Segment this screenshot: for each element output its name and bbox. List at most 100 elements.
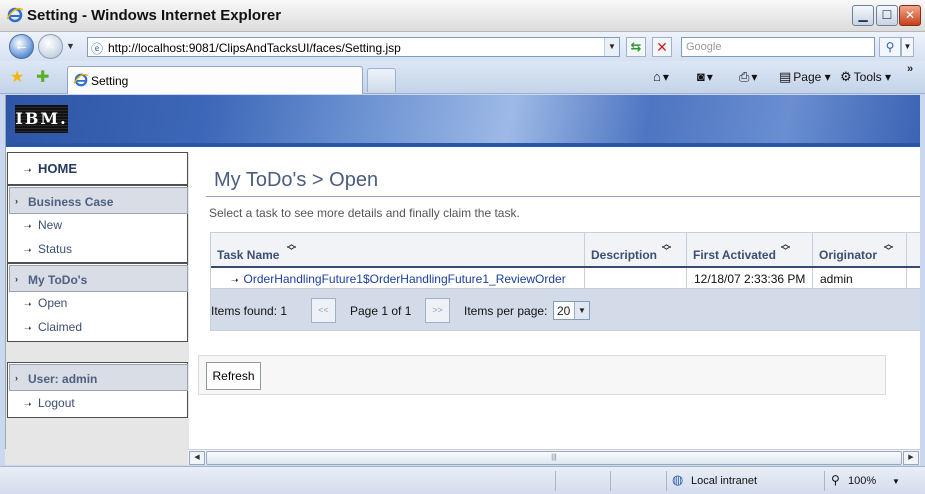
column-header-first-activated[interactable]: First Activated ︿ ﹀ (687, 233, 813, 266)
security-zone-label: Local intranet (691, 475, 758, 487)
sidebar-item-claimed[interactable]: ➝ Claimed (8, 317, 187, 337)
sidebar-bottom (5, 449, 188, 465)
toolbar-overflow-icon[interactable]: » (907, 63, 913, 75)
chevron-right-icon: › (15, 196, 18, 206)
printer-icon: ⎙ (739, 69, 750, 84)
stop-icon: ✕ (656, 39, 668, 55)
items-per-page-select[interactable]: 20 ▼ (553, 301, 590, 320)
sidebar-item-open[interactable]: ➝ Open (8, 293, 187, 313)
minimize-button[interactable]: ▁ (852, 5, 874, 26)
task-name-cell: ➝ OrderHandlingFuture1$OrderHandlingFutur… (211, 268, 585, 289)
sidebar-header-business-case[interactable]: › Business Case (9, 187, 188, 214)
sort-icon[interactable]: ︿ ﹀ (287, 240, 296, 256)
history-dropdown-icon[interactable]: ▼ (66, 41, 75, 51)
sidebar-item-home[interactable]: ➝ HOME (8, 159, 187, 179)
sidebar-item-label: Claimed (38, 320, 83, 334)
zoom-icon[interactable]: ⚲ (831, 473, 840, 487)
horizontal-scrollbar[interactable]: ◀ ||| ▶ (188, 449, 920, 465)
home-box: ➝ HOME (7, 152, 188, 185)
page-icon: ⓔ (91, 42, 104, 56)
todos-box: › My ToDo's ➝ Open ➝ Claimed (7, 263, 188, 342)
zoom-dropdown-icon[interactable]: ▼ (892, 477, 900, 486)
first-activated-cell: 12/18/07 2:33:36 PM (687, 268, 813, 289)
status-separator (666, 471, 667, 491)
arrow-left-icon: ← (14, 37, 29, 54)
column-header-description[interactable]: Description ︿ ﹀ (585, 233, 687, 266)
task-link[interactable]: OrderHandlingFuture1$OrderHandlingFuture… (244, 272, 566, 286)
tools-menu[interactable]: ⚙ Tools ▾ (840, 69, 891, 85)
page-icon: ▤ (779, 69, 792, 84)
arrow-right-icon: ➝ (24, 399, 32, 409)
sort-icon[interactable]: ︿ ﹀ (662, 240, 671, 256)
add-favorite-icon[interactable]: ✚ (36, 67, 49, 87)
sidebar-item-label: Logout (38, 396, 75, 410)
sidebar-item-new[interactable]: ➝ New (8, 215, 187, 235)
sort-icon[interactable]: ︿ ﹀ (884, 240, 893, 256)
search-input[interactable]: Google (681, 37, 875, 57)
task-table: Task Name ︿ ﹀ Description ︿ ﹀ First Activa… (210, 232, 920, 331)
status-separator (824, 471, 825, 491)
sidebar-header-user: › User: admin (9, 364, 188, 391)
page-menu[interactable]: ▤ Page ▾ (779, 69, 831, 85)
tab-toolbar: ★ ✚ Setting ⌂ ▾ ◙ ▾ ⎙ ▾ ▤ Page ▾ ⚙ Tools ▾ » (0, 61, 925, 94)
address-dropdown-icon[interactable]: ▼ (604, 38, 619, 56)
arrow-right-icon: ➝ (24, 323, 32, 333)
sidebar: ➝ HOME › Business Case ➝ New ➝ Status › (6, 152, 189, 449)
main-content: My ToDo's > Open Select a task to see mo… (191, 152, 920, 449)
column-header-task-name[interactable]: Task Name ︿ ﹀ (211, 233, 585, 266)
maximize-button[interactable]: ☐ (876, 5, 898, 26)
favorites-star-icon[interactable]: ★ (10, 67, 24, 87)
gear-icon: ⚙ (840, 69, 852, 84)
sidebar-item-logout[interactable]: ➝ Logout (8, 393, 187, 413)
print-button[interactable]: ⎙ ▾ (739, 69, 757, 85)
refresh-page-button[interactable]: ⇆ (626, 37, 646, 57)
address-bar[interactable]: ⓔ http://localhost:9081/ClipsAndTacksUI/… (87, 37, 620, 57)
scroll-left-button[interactable]: ◀ (189, 451, 205, 465)
feeds-button[interactable]: ◙ ▾ (697, 69, 713, 84)
arrow-right-icon: ➝ (24, 165, 32, 175)
sidebar-item-status[interactable]: ➝ Status (8, 239, 187, 259)
originator-cell: admin (813, 268, 907, 289)
previous-page-button[interactable]: << (311, 298, 336, 323)
ibm-logo: IBM. (15, 105, 68, 133)
sidebar-item-label: Open (38, 296, 68, 310)
table-pager: Items found: 1 << Page 1 of 1 >> Items p… (211, 289, 920, 330)
home-icon: ⌂ (653, 69, 661, 84)
close-window-button[interactable]: ✕ (899, 5, 921, 26)
tab-setting[interactable]: Setting (67, 66, 363, 94)
intranet-zone-icon: ◍ (672, 472, 684, 487)
scrollbar-thumb[interactable]: ||| (206, 451, 902, 465)
status-separator (610, 471, 611, 491)
sidebar-header-label: Business Case (28, 195, 114, 209)
forward-button[interactable]: → (38, 34, 63, 59)
sidebar-header-todos[interactable]: › My ToDo's (9, 265, 188, 292)
tab-label: Setting (91, 74, 129, 88)
column-header-originator[interactable]: Originator ︿ ﹀ (813, 233, 907, 266)
table-header: Task Name ︿ ﹀ Description ︿ ﹀ First Activa… (211, 233, 920, 268)
arrow-right-icon: ➝ (24, 221, 32, 231)
back-button[interactable]: ← (9, 34, 34, 59)
status-bar: ◍ Local intranet ⚲ 100% ▼ (0, 466, 925, 494)
stop-button[interactable]: ✕ (652, 37, 672, 57)
arrow-right-icon: ➝ (24, 299, 32, 309)
search-options-dropdown-icon[interactable]: ▼ (901, 37, 914, 57)
home-button[interactable]: ⌂ ▾ (653, 69, 669, 84)
page-viewport: IBM. ➝ HOME › Business Case ➝ New ➝ Stat… (5, 95, 920, 449)
address-url[interactable]: http://localhost:9081/ClipsAndTacksUI/fa… (108, 41, 401, 55)
zoom-level[interactable]: 100% (848, 475, 876, 487)
refresh-button[interactable]: Refresh (206, 362, 261, 390)
scroll-right-button[interactable]: ▶ (903, 451, 919, 465)
search-button[interactable]: ⚲ (879, 37, 901, 57)
next-page-button[interactable]: >> (425, 298, 450, 323)
sidebar-item-label: Status (38, 242, 73, 256)
sidebar-item-label: HOME (38, 161, 77, 176)
sort-icon[interactable]: ︿ ﹀ (781, 240, 790, 256)
header-banner: IBM. (6, 95, 920, 147)
items-found-label: Items found: 1 (211, 304, 288, 318)
business-case-box: › Business Case ➝ New ➝ Status (7, 185, 188, 263)
new-tab-button[interactable] (367, 68, 396, 92)
items-per-page-label: Items per page: (464, 304, 548, 318)
window-title: Setting - Windows Internet Explorer (27, 7, 282, 24)
sidebar-header-label: My ToDo's (28, 273, 88, 287)
title-bar: Setting - Windows Internet Explorer ▁ ☐ … (0, 0, 925, 32)
